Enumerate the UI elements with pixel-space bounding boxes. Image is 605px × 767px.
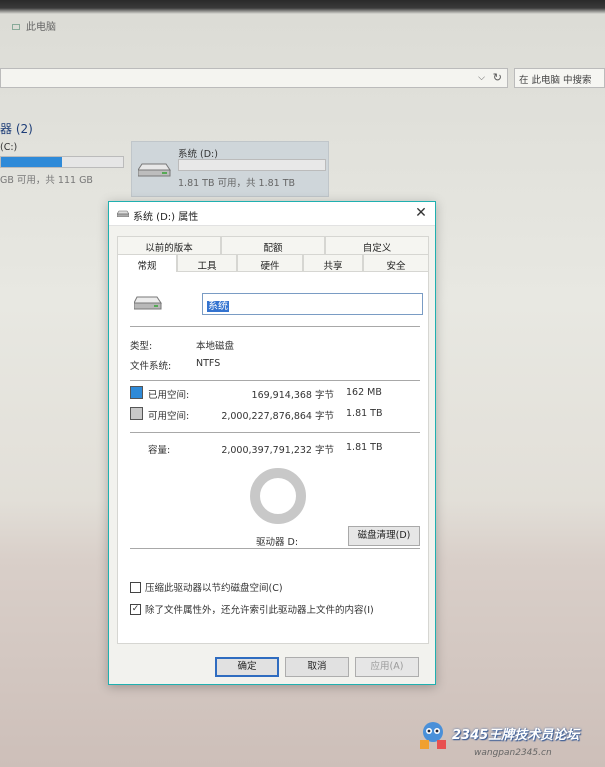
- free-space-bytes: 2,000,227,876,864 字节: [221, 411, 334, 422]
- drive-letter-label: 驱动器 D:: [256, 537, 299, 548]
- address-bar[interactable]: ⌵ ↻: [0, 68, 508, 88]
- ok-button[interactable]: 确定: [215, 657, 279, 677]
- drive-c-info: GB 可用，共 111 GB: [0, 175, 93, 186]
- chevron-down-icon[interactable]: ⌵: [478, 73, 485, 83]
- this-pc-icon: [12, 24, 20, 30]
- explorer-title: 此电脑: [12, 18, 56, 33]
- tab-row-top: 以前的版本 配额 自定义: [117, 236, 429, 254]
- search-input[interactable]: 在 此电脑 中搜索: [514, 68, 605, 88]
- used-space-label: 已用空间:: [148, 390, 190, 401]
- used-space-bytes: 169,914,368 字节: [251, 390, 334, 401]
- address-row: ⌵ ↻ 在 此电脑 中搜索: [0, 68, 605, 90]
- drive-d-usage-bar: [178, 159, 326, 171]
- compress-option[interactable]: 压缩此驱动器以节约磁盘空间(C): [130, 580, 283, 594]
- tab-security[interactable]: 安全: [363, 254, 429, 272]
- divider: [130, 432, 420, 433]
- disk-cleanup-button[interactable]: 磁盘清理(D): [348, 526, 420, 546]
- usage-donut-chart: [250, 468, 306, 524]
- apply-button[interactable]: 应用(A): [355, 657, 419, 677]
- free-space-label: 可用空间:: [148, 411, 190, 422]
- compress-label: 压缩此驱动器以节约磁盘空间(C): [145, 583, 283, 594]
- index-label: 除了文件属性外，还允许索引此驱动器上文件的内容(I): [145, 605, 374, 616]
- hard-drive-icon: [138, 163, 171, 177]
- tab-hardware[interactable]: 硬件: [237, 254, 303, 272]
- drive-c-usage-fill: [1, 157, 62, 167]
- capacity-human: 1.81 TB: [346, 442, 383, 453]
- tab-quota[interactable]: 配额: [221, 236, 325, 254]
- watermark-url: wangpan2345.cn: [474, 748, 552, 758]
- type-label: 类型:: [130, 341, 153, 352]
- capacity-bytes: 2,000,397,791,232 字节: [221, 445, 334, 456]
- compress-checkbox[interactable]: [130, 581, 141, 593]
- divider: [130, 326, 420, 327]
- drive-d-label: 系统 (D:): [178, 149, 218, 160]
- cancel-button[interactable]: 取消: [285, 657, 349, 677]
- tab-general[interactable]: 常规: [117, 254, 177, 273]
- filesystem-value: NTFS: [196, 358, 221, 369]
- index-checkbox[interactable]: ✓: [130, 603, 141, 615]
- hard-drive-icon: [134, 296, 162, 310]
- divider: [130, 380, 420, 381]
- forum-watermark: 2345王牌技术员论坛 wangpan2345.cn: [418, 718, 600, 764]
- properties-dialog: 系统 (D:) 属性 ✕ 以前的版本 配额 自定义 常规 工具 硬件 共享 安全…: [108, 201, 436, 685]
- capacity-label: 容量:: [148, 445, 171, 456]
- volume-name-input[interactable]: 系统: [202, 293, 423, 315]
- divider: [130, 548, 420, 549]
- tab-previous-versions[interactable]: 以前的版本: [117, 236, 221, 254]
- used-space-swatch: [130, 386, 143, 399]
- dialog-title: 系统 (D:) 属性: [133, 212, 199, 223]
- free-space-human: 1.81 TB: [346, 408, 383, 419]
- free-space-swatch: [130, 407, 143, 420]
- devices-group-title: 器 (2): [0, 122, 33, 136]
- type-value: 本地磁盘: [196, 341, 235, 352]
- tab-row-bottom: 常规 工具 硬件 共享 安全: [117, 254, 429, 273]
- drive-small-icon: [117, 210, 129, 217]
- drive-d-info: 1.81 TB 可用，共 1.81 TB: [178, 178, 296, 189]
- drive-d-tile[interactable]: 系统 (D:) 1.81 TB 可用，共 1.81 TB: [131, 141, 329, 197]
- drive-c-label[interactable]: (C:): [0, 142, 17, 153]
- index-option[interactable]: ✓ 除了文件属性外，还允许索引此驱动器上文件的内容(I): [130, 602, 374, 616]
- drive-c-usage-bar: [0, 156, 124, 168]
- watermark-brand: 2345王牌技术员论坛: [452, 728, 580, 743]
- general-pane: 系统 类型: 本地磁盘 文件系统: NTFS 已用空间: 169,914,368…: [117, 272, 429, 644]
- close-icon[interactable]: ✕: [413, 205, 429, 221]
- used-space-human: 162 MB: [346, 387, 382, 398]
- filesystem-label: 文件系统:: [130, 361, 172, 372]
- dialog-titlebar[interactable]: 系统 (D:) 属性 ✕: [109, 202, 435, 226]
- refresh-icon[interactable]: ↻: [493, 71, 502, 84]
- tab-tools[interactable]: 工具: [177, 254, 237, 272]
- volume-name-selected-text: 系统: [207, 301, 229, 312]
- tab-sharing[interactable]: 共享: [303, 254, 363, 272]
- mascot-logo-icon: [420, 722, 446, 749]
- tab-customize[interactable]: 自定义: [325, 236, 429, 254]
